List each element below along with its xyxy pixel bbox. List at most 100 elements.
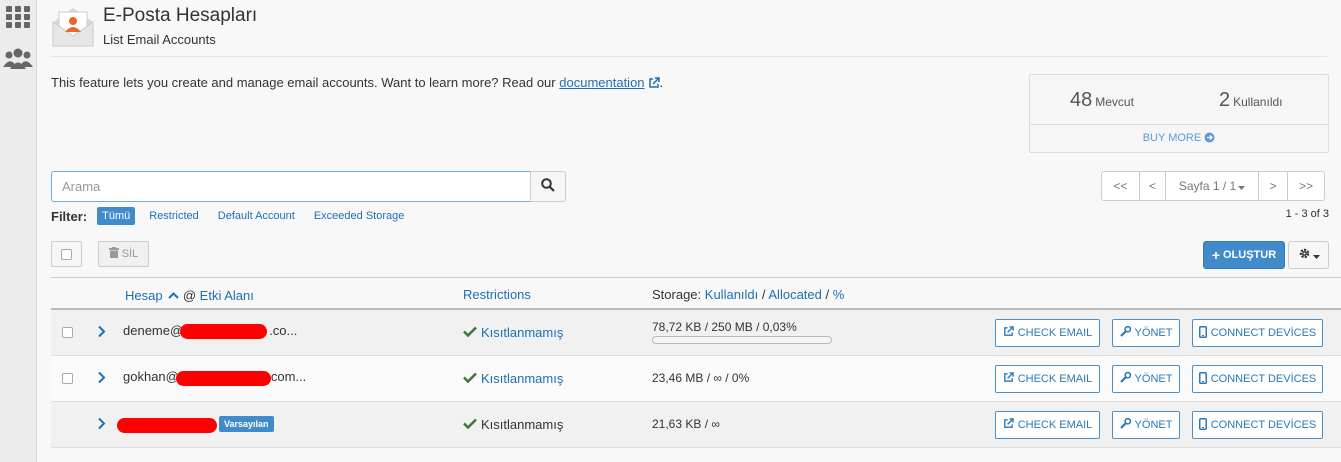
filter-default-account[interactable]: Default Account [213, 207, 300, 225]
redaction-mark [176, 371, 271, 386]
main-content: E-Posta Hesapları List Email Accounts Th… [37, 0, 1341, 462]
create-button[interactable]: + OLUŞTUR [1203, 241, 1285, 269]
prev-page-button[interactable]: < [1139, 171, 1166, 201]
restriction-link[interactable]: Kısıtlanmamış [481, 371, 563, 386]
external-link-icon [1003, 372, 1014, 386]
sort-by-used[interactable]: Kullanıldı [705, 287, 758, 302]
available-stat: 48 Mevcut [1070, 89, 1134, 112]
connect-devices-button[interactable]: CONNECT DEVİCES [1192, 411, 1323, 439]
filter-exceeded-storage[interactable]: Exceeded Storage [309, 207, 410, 225]
mobile-device-icon [1198, 325, 1207, 341]
page-subtitle: List Email Accounts [103, 32, 216, 47]
expand-chevron-icon[interactable] [97, 371, 106, 387]
restriction-link[interactable]: Kısıtlanmamış [481, 325, 563, 340]
plus-icon: + [1211, 247, 1220, 263]
storage-progress-bar [652, 336, 832, 344]
manage-button[interactable]: YÖNET [1112, 411, 1180, 439]
redaction-mark [117, 418, 217, 433]
page-select[interactable]: Sayfa 1 / 1 [1165, 171, 1259, 201]
users-icon[interactable] [3, 48, 33, 70]
at-symbol: @ [182, 288, 197, 303]
wrench-icon [1119, 325, 1131, 340]
check-email-button[interactable]: CHECK EMAIL [995, 411, 1100, 439]
available-count: 48 [1070, 89, 1093, 111]
email-envelope-icon [51, 4, 95, 48]
storage-usage: 78,72 KB / 250 MB / 0,03% [652, 320, 797, 334]
check-email-button[interactable]: CHECK EMAIL [995, 319, 1100, 347]
used-label: Kullanıldı [1233, 95, 1283, 109]
delete-button[interactable]: SİL [98, 241, 149, 267]
table-row[interactable]: deneme@ .co... Kısıtlanmamış 78,72 KB / 2… [51, 310, 1341, 356]
available-label: Mevcut [1095, 95, 1134, 109]
email-suffix: com... [270, 369, 307, 384]
checkbox-box [61, 248, 72, 260]
default-account-badge: Varsayılan [219, 416, 274, 432]
filter-label: Filter: [51, 208, 88, 224]
sort-by-restrictions[interactable]: Restrictions [463, 287, 531, 302]
row-checkbox[interactable] [62, 327, 73, 338]
mobile-device-icon [1198, 371, 1207, 387]
sort-by-domain[interactable]: Etki Alanı [200, 288, 254, 303]
filter-all[interactable]: Tümü [97, 207, 136, 225]
expand-chevron-icon[interactable] [97, 325, 106, 341]
search-button[interactable] [530, 171, 566, 202]
email-suffix: .co... [269, 323, 298, 338]
email-prefix: deneme@ [123, 323, 184, 338]
used-count: 2 [1219, 89, 1231, 111]
storage-label: Storage: [652, 287, 702, 302]
restriction-status: Kısıtlanmamış [463, 417, 563, 432]
sidebar [0, 0, 37, 462]
sort-by-account[interactable]: Hesap [125, 288, 163, 303]
caret-down-icon [1312, 248, 1320, 262]
account-stats-panel: 48 Mevcut 2 Kullanıldı BUY MORE [1029, 74, 1329, 153]
storage-column-header: Storage: Kullanıldı / Allocated / % [652, 287, 845, 302]
gear-icon [1298, 247, 1311, 263]
storage-usage: 23,46 MB / ∞ / 0% [652, 371, 750, 385]
settings-dropdown-button[interactable] [1288, 241, 1329, 269]
redaction-mark [180, 324, 267, 339]
filter-bar: Filter: Tümü Restricted Default Account … [51, 207, 418, 225]
sort-by-percent[interactable]: % [833, 287, 845, 302]
external-link-icon[interactable] [648, 77, 660, 92]
result-count: 1 - 3 of 3 [1285, 208, 1329, 220]
first-page-button[interactable]: << [1101, 171, 1140, 201]
row-checkbox[interactable] [62, 373, 73, 384]
page-label: Sayfa 1 / 1 [1178, 179, 1237, 193]
restrictions-column-header: Restrictions [463, 287, 531, 302]
manage-button[interactable]: YÖNET [1112, 319, 1180, 347]
apps-grid-icon[interactable] [6, 6, 30, 28]
header-divider [51, 56, 1327, 57]
external-link-icon [1003, 418, 1014, 432]
filter-restricted[interactable]: Restricted [144, 207, 204, 225]
documentation-link[interactable]: documentation [559, 75, 644, 90]
table-header: Hesap @ Etki Alanı Restrictions Storage:… [51, 277, 1341, 310]
feature-description: This feature lets you create and manage … [51, 75, 663, 92]
delete-label: SİL [121, 248, 139, 260]
buy-more-link[interactable]: BUY MORE [1030, 132, 1328, 146]
restriction-status: Kısıtlanmamış [463, 325, 563, 340]
connect-devices-button[interactable]: CONNECT DEVİCES [1192, 365, 1323, 393]
last-page-button[interactable]: >> [1287, 171, 1325, 201]
description-text: This feature lets you create and manage … [51, 75, 556, 90]
pagination: << < Sayfa 1 / 1 > >> [1101, 171, 1325, 201]
check-email-button[interactable]: CHECK EMAIL [995, 365, 1100, 393]
email-prefix: gokhan@ [123, 369, 179, 384]
mobile-device-icon [1198, 417, 1207, 433]
arrow-circle-icon [1204, 132, 1215, 146]
expand-chevron-icon[interactable] [97, 417, 106, 433]
next-page-button[interactable]: > [1258, 171, 1288, 201]
search-input[interactable] [51, 171, 531, 202]
sort-by-allocated[interactable]: Allocated [768, 287, 821, 302]
trash-icon [108, 247, 119, 261]
check-icon [463, 325, 477, 340]
manage-button[interactable]: YÖNET [1112, 365, 1180, 393]
connect-devices-button[interactable]: CONNECT DEVİCES [1192, 319, 1323, 347]
restriction-status: Kısıtlanmamış [463, 371, 563, 386]
sort-up-icon[interactable] [168, 287, 179, 302]
select-all-checkbox[interactable] [51, 241, 82, 267]
used-stat: 2 Kullanıldı [1219, 89, 1283, 112]
checkbox-box [62, 327, 73, 338]
table-row[interactable]: gokhan@ com... Kısıtlanmamış 23,46 MB / ∞… [51, 356, 1341, 402]
storage-usage: 21,63 KB / ∞ [652, 417, 720, 431]
table-row[interactable]: Varsayılan Kısıtlanmamış 21,63 KB / ∞ CH… [51, 402, 1341, 448]
